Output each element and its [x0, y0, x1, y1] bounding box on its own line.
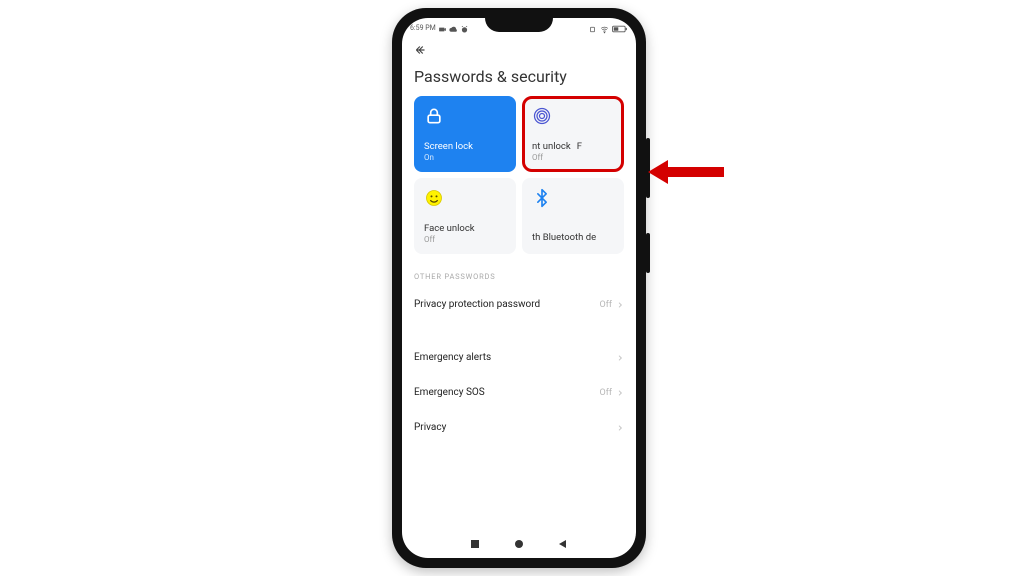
status-time: 6:59 PM: [410, 24, 436, 32]
row-label: Privacy protection password: [414, 299, 540, 310]
chevron-right-icon: [616, 354, 624, 362]
annotation-arrow: [646, 156, 726, 188]
tile-label: nt unlock: [532, 142, 571, 153]
android-nav-bar: [402, 528, 636, 558]
status-bar: 6:59 PM: [402, 18, 636, 38]
row-privacy[interactable]: Privacy: [414, 410, 624, 445]
chevron-right-icon: [616, 424, 624, 432]
phone-side-button: [646, 138, 650, 198]
tile-fingerprint-unlock[interactable]: nt unlock F Off: [522, 96, 624, 172]
row-privacy-protection-password[interactable]: Privacy protection password Off: [414, 287, 624, 322]
tile-label: Screen lock: [424, 142, 506, 153]
row-label: Emergency SOS: [414, 387, 485, 398]
row-value: Off: [600, 300, 612, 310]
row-value: Off: [600, 388, 612, 398]
nav-home[interactable]: [514, 534, 524, 553]
alarm-icon: [460, 25, 469, 32]
battery-icon: [612, 25, 628, 32]
tile-status: Off: [532, 153, 614, 162]
cloud-icon: [449, 25, 458, 32]
row-label: Emergency alerts: [414, 352, 491, 363]
phone-screen: 6:59 PM: [402, 18, 636, 558]
bluetooth-icon: [532, 188, 552, 208]
tile-label: Face unlock: [424, 224, 506, 235]
tile-status: Off: [424, 235, 506, 244]
tile-bluetooth-unlock[interactable]: th Bluetooth de: [522, 178, 624, 254]
tile-label: th Bluetooth de: [532, 233, 614, 244]
nav-back[interactable]: [558, 534, 568, 553]
face-icon: [424, 188, 444, 208]
fingerprint-icon: [532, 106, 552, 126]
tile-face-unlock[interactable]: Face unlock Off: [414, 178, 516, 254]
page-title: Passwords & security: [414, 67, 624, 96]
row-emergency-sos[interactable]: Emergency SOS Off: [414, 375, 624, 410]
phone-side-button: [646, 233, 650, 273]
settings-content: Passwords & security Screen lock On: [402, 38, 636, 528]
nav-recents[interactable]: [470, 534, 480, 553]
wifi-icon: [600, 25, 609, 32]
tile-screen-lock[interactable]: Screen lock On: [414, 96, 516, 172]
camera-icon: [438, 25, 447, 32]
phone-mockup: 6:59 PM: [392, 8, 646, 568]
chevron-right-icon: [616, 301, 624, 309]
back-button[interactable]: [414, 38, 624, 67]
tile-status: On: [424, 153, 506, 162]
row-label: Privacy: [414, 422, 446, 433]
section-header-other-passwords: OTHER PASSWORDS: [414, 266, 624, 287]
row-emergency-alerts[interactable]: Emergency alerts: [414, 340, 624, 375]
lock-icon: [424, 106, 444, 126]
tile-extra: F: [577, 142, 582, 153]
rotation-lock-icon: [588, 25, 597, 32]
chevron-right-icon: [616, 389, 624, 397]
arrow-back-icon: [414, 43, 428, 57]
